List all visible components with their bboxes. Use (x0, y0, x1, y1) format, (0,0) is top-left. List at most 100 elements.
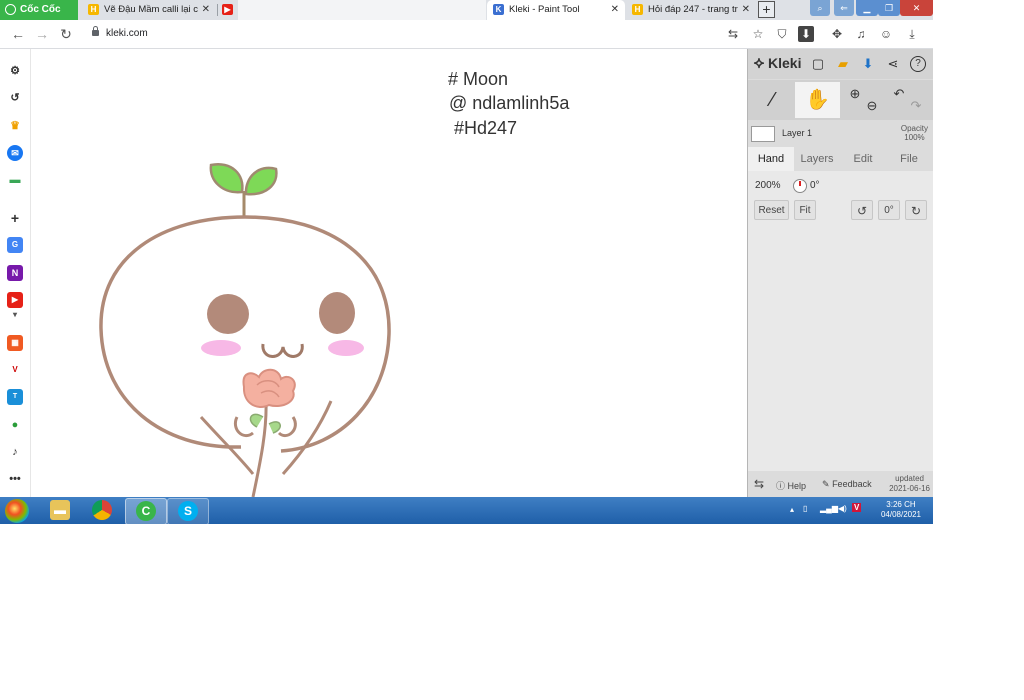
folder-icon: ▬ (50, 500, 70, 520)
taskbar-coccoc[interactable]: C (125, 498, 167, 524)
layer-opacity[interactable]: Opacity 100% (901, 124, 928, 142)
undo-icon[interactable]: ↶ (891, 86, 907, 102)
youtube-favicon-icon: ▶ (222, 3, 233, 15)
map-pin-icon[interactable]: ● (7, 417, 23, 433)
coccoc-icon: C (136, 501, 156, 521)
swap-sides-icon[interactable]: ⇆ (754, 477, 764, 491)
zoom-in-icon[interactable]: ⊕ (847, 86, 863, 102)
kleki-panel: ⯎ Kleki ▢ ▰ ⬇ ⋖ ? ⁄ ✋ ⊕ ⊖ ↶ ↷ Layer 1 Op… (747, 49, 933, 497)
onenote-icon[interactable]: N (7, 265, 23, 281)
tab-kleki[interactable]: K Kleki - Paint Tool ✕ (487, 0, 625, 20)
minimize-button[interactable]: ▁ (856, 0, 878, 16)
taskbar-chrome[interactable] (82, 498, 122, 523)
more-icon[interactable]: ••• (7, 471, 23, 487)
tab-title: Hỏi đáp 247 - trang tr (648, 4, 738, 15)
redo-icon[interactable]: ↷ (908, 98, 924, 114)
taskbar-skype[interactable]: S (167, 498, 209, 524)
extensions-icon[interactable]: ✥ (829, 26, 845, 42)
tab-hand[interactable]: Hand (748, 147, 794, 171)
rotation-zero-button[interactable]: 0° (878, 200, 900, 220)
tab-search-icon[interactable]: ⌕ (810, 0, 830, 16)
tab-1[interactable]: H Vẽ Đậu Mầm calli lại c ✕ (82, 0, 216, 20)
crown-icon[interactable]: ♛ (7, 118, 23, 134)
signal-icon[interactable]: ▂▄▆ (820, 504, 838, 513)
restore-button[interactable]: ❐ (878, 0, 900, 16)
tool-row: ⁄ ✋ ⊕ ⊖ ↶ ↷ (748, 80, 933, 120)
downloads-icon[interactable]: ⤓ (904, 26, 920, 42)
taskbar-clock[interactable]: 3:26 CH 04/08/2021 (881, 500, 921, 520)
url-field[interactable]: kleki.com (86, 25, 386, 43)
layer-name: Layer 1 (782, 128, 813, 138)
system-tray: ▴ ▯ ▂▄▆ ◀) V 3:26 CH 04/08/2021 (788, 497, 933, 524)
translate-app-icon[interactable]: G (7, 237, 23, 253)
tab-layers[interactable]: Layers (794, 147, 840, 171)
forward-button[interactable]: → (32, 24, 52, 44)
zoom-out-icon[interactable]: ⊖ (864, 98, 880, 114)
tab-2[interactable]: ▶ (218, 0, 238, 20)
kleki-logo-text: Kleki (768, 55, 802, 71)
fit-button[interactable]: Fit (794, 200, 816, 220)
save-folder-icon[interactable]: ▰ (835, 56, 851, 72)
chevron-down-icon[interactable]: ▾ (7, 311, 23, 319)
kleki-logo: ⯎ Kleki (754, 55, 801, 72)
rotate-right-button[interactable]: ↻ (905, 200, 927, 220)
profile-icon[interactable]: ☺ (878, 26, 894, 42)
help-link[interactable]: ⓘ Help (776, 479, 806, 492)
rose-flower (242, 368, 296, 408)
right-arm (281, 400, 333, 476)
layer-row[interactable]: Layer 1 Opacity 100% (748, 122, 933, 146)
updated-date: 2021-06-16 (889, 484, 930, 493)
share-icon[interactable]: ⋖ (885, 56, 901, 72)
add-icon[interactable]: + (7, 210, 23, 226)
close-icon[interactable]: ✕ (202, 0, 210, 20)
close-window-button[interactable]: ✕ (900, 0, 933, 16)
back-button[interactable]: ← (8, 24, 28, 44)
tiki-icon[interactable]: T (7, 389, 23, 405)
music-icon[interactable]: ♫ (853, 26, 869, 42)
right-eye (319, 292, 355, 334)
tab-title: Vẽ Đậu Mầm calli lại c (104, 4, 198, 15)
hand-tool-button[interactable]: ✋ (795, 82, 840, 118)
bookmark-star-icon[interactable]: ☆ (750, 26, 766, 42)
close-icon[interactable]: ✕ (611, 0, 619, 20)
kleki-toolbar: ⯎ Kleki ▢ ▰ ⬇ ⋖ ? (748, 49, 933, 79)
youtube-icon[interactable]: ▶ (7, 292, 23, 308)
rotate-left-button[interactable]: ↺ (851, 200, 873, 220)
notification-bell-icon[interactable]: ♪ (7, 444, 23, 460)
messenger-icon[interactable]: ✉ (7, 145, 23, 161)
rotation-dial-icon[interactable] (793, 179, 807, 193)
download-icon[interactable]: ⬇ (798, 26, 814, 42)
settings-gear-icon[interactable]: ⚙ (7, 63, 23, 79)
tray-expand-icon[interactable]: ▴ (790, 505, 794, 514)
taskbar-explorer[interactable]: ▬ (40, 498, 80, 523)
new-tab-button[interactable]: + (758, 1, 775, 18)
close-icon[interactable]: ✕ (742, 0, 750, 20)
shield-icon[interactable]: ⛉ (774, 26, 790, 42)
tab-edit[interactable]: Edit (840, 147, 886, 171)
download-icon[interactable]: ⬇ (860, 56, 876, 72)
zoom-level: 200% (755, 180, 781, 191)
feedback-link[interactable]: ✎ Feedback (822, 479, 872, 490)
tab-4[interactable]: H Hỏi đáp 247 - trang tr ✕ (626, 0, 756, 20)
start-button[interactable] (5, 499, 29, 523)
network-device-icon[interactable]: ▯ (803, 504, 807, 513)
reset-button[interactable]: Reset (754, 200, 789, 220)
new-image-icon[interactable]: ▢ (810, 56, 826, 72)
back-arrow-icon[interactable]: ⇐ (834, 0, 854, 16)
reload-button[interactable]: ↻ (56, 24, 76, 44)
drawing-canvas[interactable]: # Moon @ ndlamlinh5a #Hd247 (31, 49, 747, 497)
history-icon[interactable]: ↺ (7, 90, 23, 106)
help-label: Help (787, 481, 807, 491)
translate-icon[interactable]: ⇆ (725, 26, 741, 42)
tab-file[interactable]: File (886, 147, 932, 171)
shop-icon[interactable]: ▦ (7, 335, 23, 351)
updated-info: updated 2021-06-16 (889, 474, 930, 494)
coccoc-brand-button[interactable]: Cốc Cốc (0, 0, 78, 20)
brush-tool-button[interactable]: ⁄ (750, 82, 795, 118)
kleki-favicon-icon: K (493, 3, 504, 15)
vtv-icon[interactable]: V (7, 362, 23, 378)
antivirus-icon[interactable]: V (852, 503, 862, 512)
gamepad-icon[interactable]: ▬ (7, 172, 23, 188)
help-icon[interactable]: ? (910, 56, 926, 72)
volume-icon[interactable]: ◀) (838, 504, 847, 513)
